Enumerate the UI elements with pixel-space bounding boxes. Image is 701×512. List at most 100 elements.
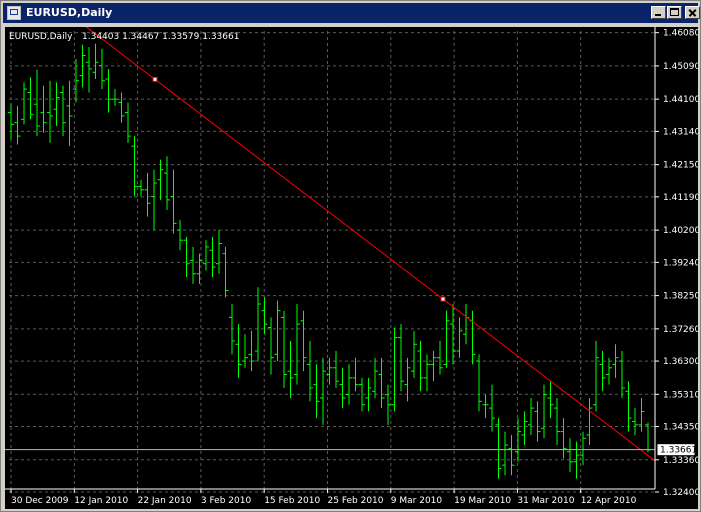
ohlc-bar (105, 68, 112, 113)
x-tick-label: 30 Dec 2009 (11, 496, 69, 506)
ohlc-bar (417, 340, 424, 392)
ohlc-bar (125, 102, 131, 143)
y-tick-label: 1.42150 (663, 161, 698, 171)
ohlc-bar (625, 381, 632, 432)
ohlc-bar (339, 367, 346, 409)
ohlc-bar (177, 220, 183, 251)
ohlc-bar (476, 354, 482, 412)
ohlc-bar (502, 431, 508, 476)
ohlc-bar (586, 398, 593, 446)
ohlc-bar (66, 80, 73, 147)
ohlc-bar (14, 105, 21, 145)
ohlc-bar (378, 357, 385, 409)
ohlc-bar (391, 327, 398, 412)
ohlc-bar (346, 364, 352, 405)
ohlc-bar (619, 350, 625, 399)
ohlc-bar (79, 44, 86, 88)
price-chart[interactable]: 1.33661 1.46080 1.45090 1.44100 1.43140 1.42… (5, 27, 698, 509)
y-tick-label: 1.45090 (663, 62, 698, 72)
ohlc-bar (482, 394, 489, 419)
ohlc-bar (489, 384, 495, 432)
y-tick-label: 1.40200 (663, 226, 698, 236)
x-tick-label: 19 Mar 2010 (454, 496, 511, 506)
ohlc-bar (190, 246, 196, 284)
ohlc-bar (593, 340, 599, 412)
ohlc-bar (144, 173, 151, 217)
window-title: EURUSD,Daily (26, 6, 113, 19)
ohlc-bar (450, 303, 456, 365)
close-button[interactable] (685, 6, 700, 19)
ohlc-bar (222, 246, 229, 298)
ohlc-bar (632, 408, 638, 435)
y-tick-label: 1.33360 (663, 456, 698, 466)
x-tick-label: 9 Mar 2010 (391, 496, 443, 506)
ohlc-bar (541, 384, 547, 439)
y-tick-label: 1.44100 (663, 95, 698, 105)
ohlc-bar (40, 85, 47, 133)
ohlc-label: 1.34403 1.34467 1.33579 1.33661 (82, 32, 239, 42)
ohlc-bar (92, 43, 99, 80)
ohlc-bar (534, 401, 541, 442)
y-tick-label: 1.34350 (663, 423, 698, 433)
ohlc-bar (268, 317, 274, 375)
ohlc-bar (235, 324, 242, 378)
ohlc-bar (606, 357, 612, 385)
ohlc-bar (281, 310, 287, 388)
maximize-button[interactable] (667, 6, 682, 19)
ohlc-bar (60, 85, 66, 137)
ohlc-bar (333, 350, 339, 388)
price-chart-canvas[interactable]: 1.33661 1.46080 1.45090 1.44100 1.43140 1.42… (5, 27, 698, 509)
ohlc-bar (404, 357, 411, 402)
ohlc-bar (248, 330, 255, 372)
ohlc-bar (599, 350, 606, 392)
ohlc-bar (86, 47, 92, 93)
minimize-button[interactable] (651, 6, 666, 19)
ohlc-bar (547, 381, 554, 419)
ohlc-bar (216, 230, 222, 274)
ohlc-bar (287, 340, 294, 399)
symbol-label: EURUSD,Daily (9, 32, 73, 42)
y-tick-label: 1.46080 (663, 29, 698, 39)
x-tick-label: 31 Mar 2010 (517, 496, 574, 506)
ohlc-bar (164, 156, 170, 210)
y-tick-label: 1.41190 (663, 193, 698, 203)
ohlc-bar (21, 82, 27, 125)
ohlc-bar (307, 340, 313, 402)
y-tick-label: 1.39240 (663, 258, 698, 268)
ohlc-bar (300, 310, 307, 372)
ohlc-bar (196, 253, 203, 284)
ohlc-bar (398, 324, 404, 392)
ohlc-bar (456, 317, 463, 358)
ohlc-bar (560, 418, 567, 459)
y-tick-label: 1.43140 (663, 127, 698, 137)
trend-line (85, 27, 656, 462)
ohlc-bar (274, 300, 281, 362)
ohlc-bar (170, 169, 177, 234)
ohlc-bar (443, 310, 450, 368)
ohlc-bar (554, 398, 560, 446)
price-bars (8, 43, 651, 479)
ohlc-bar (313, 364, 320, 419)
chart-window-icon (7, 6, 21, 20)
ohlc-bar (320, 357, 326, 425)
ohlc-bar (528, 398, 534, 435)
ohlc-bar (242, 334, 248, 368)
y-tick-label: 1.38250 (663, 292, 698, 302)
ohlc-bar (424, 354, 430, 392)
ohlc-bar (294, 303, 300, 385)
ohlc-bar (255, 287, 261, 362)
ohlc-bar (183, 236, 190, 278)
ohlc-bar (430, 350, 437, 382)
title-bar[interactable]: EURUSD,Daily (3, 3, 700, 23)
ohlc-bar (131, 136, 138, 197)
ohlc-bar (203, 240, 209, 271)
trend-anchor-point (440, 296, 446, 302)
ohlc-bar (521, 411, 528, 446)
ohlc-bar (495, 418, 502, 479)
ohlc-bar (157, 159, 164, 200)
ohlc-bar (508, 434, 515, 476)
ohlc-bar (112, 89, 118, 106)
ohlc-bar (34, 69, 40, 137)
ohlc-bar (463, 303, 469, 345)
x-tick-label: 22 Jan 2010 (138, 496, 192, 506)
